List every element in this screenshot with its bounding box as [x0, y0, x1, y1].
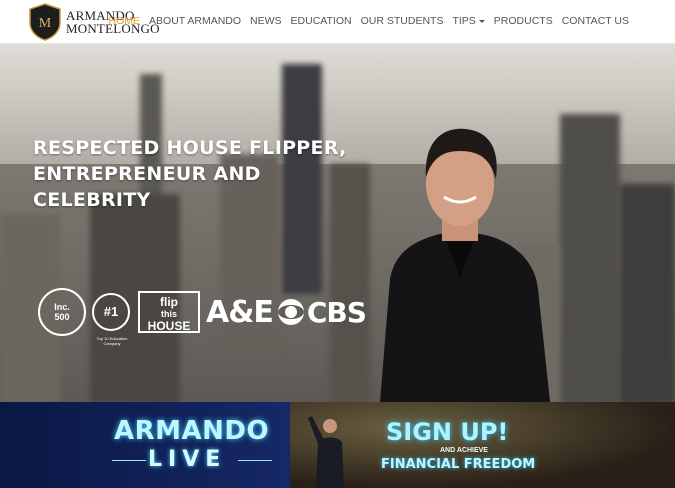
financial-freedom-text: FINANCIAL FREEDOM	[381, 457, 536, 472]
nav-tips-label: TIPS	[452, 15, 476, 27]
nav-about-armando[interactable]: ABOUT ARMANDO	[149, 15, 241, 27]
media-badges: Inc. 500 #1 Top 10 Education Company fli…	[38, 287, 367, 346]
skyline-building	[620, 184, 675, 402]
nav-products[interactable]: PRODUCTS	[494, 15, 553, 27]
cbs-logo: CBS	[306, 295, 367, 329]
armando-live-title: ARMANDO	[114, 416, 270, 446]
crest-icon: M	[29, 3, 61, 41]
flip-this-house-logo: flip this HOUSE	[138, 291, 200, 333]
inc-badge-top: Inc.	[54, 302, 70, 312]
live-divider	[112, 460, 146, 461]
armando-portrait	[380, 128, 550, 402]
hero-heading: RESPECTED HOUSE FLIPPER, ENTREPRENEUR AN…	[33, 135, 353, 213]
site-header: M ARMANDO MONTELONGO HOME ABOUT ARMANDO …	[0, 0, 675, 44]
number-one-badge: #1	[92, 293, 130, 331]
nav-our-students[interactable]: OUR STUDENTS	[361, 15, 444, 27]
live-divider	[238, 460, 272, 461]
hero-heading-line-1: RESPECTED HOUSE FLIPPER,	[33, 137, 347, 159]
logo-monogram: M	[39, 16, 52, 31]
flip-line-1: flip	[160, 295, 178, 309]
flip-line-3: HOUSE	[147, 319, 191, 333]
inc-badge-bottom: 500	[54, 312, 70, 322]
hero-section: RESPECTED HOUSE FLIPPER, ENTREPRENEUR AN…	[0, 44, 675, 402]
nav-news[interactable]: NEWS	[250, 15, 282, 27]
chevron-down-icon	[478, 19, 485, 23]
live-subtitle: LIVE	[148, 447, 227, 472]
and-achieve-text: AND ACHIEVE	[440, 447, 488, 454]
number-one-caption: Top 10 Education Company	[96, 336, 128, 346]
nav-education[interactable]: EDUCATION	[291, 15, 352, 27]
sign-up-heading: SIGN UP!	[386, 418, 509, 446]
number-one-label: #1	[103, 304, 119, 319]
skyline-building	[560, 114, 620, 402]
nav-home[interactable]: HOME	[109, 15, 141, 27]
ae-logo: A&E	[206, 294, 274, 330]
nav-tips[interactable]: TIPS	[452, 15, 485, 27]
promo-banner[interactable]: ARMANDO LIVE SIGN UP! AND ACHIEVE FINANC…	[0, 402, 675, 488]
hero-heading-line-2: ENTREPRENEUR AND	[33, 163, 261, 185]
cbs-eye-icon	[277, 299, 304, 325]
speaker-figure	[308, 416, 344, 488]
main-nav: HOME ABOUT ARMANDO NEWS EDUCATION OUR ST…	[109, 15, 629, 27]
inc-500-badge: Inc. 500	[38, 288, 86, 336]
hero-heading-line-3: CELEBRITY	[33, 189, 151, 211]
nav-contact-us[interactable]: CONTACT US	[562, 15, 629, 27]
